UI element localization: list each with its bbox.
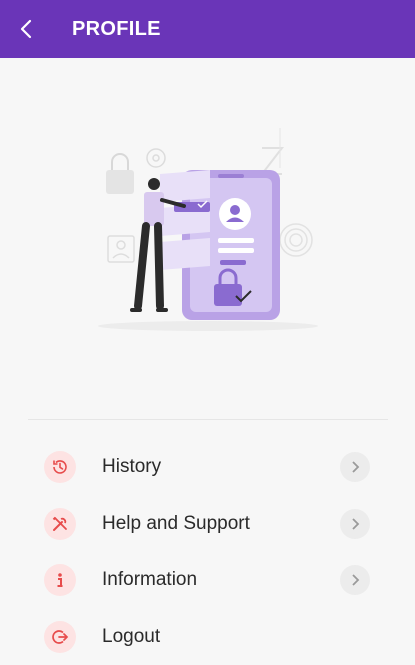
chevron-right-icon (340, 509, 370, 539)
info-icon (44, 564, 76, 596)
history-icon (44, 451, 76, 483)
secure-login-illustration (90, 118, 330, 338)
menu-item-help-and-support[interactable]: Help and Support (0, 496, 415, 553)
menu-item-label: Logout (102, 626, 160, 648)
chevron-right-icon (340, 565, 370, 595)
menu-item-label: History (102, 456, 161, 478)
chevron-left-icon (19, 19, 33, 39)
background-user-icon (108, 236, 134, 262)
menu-item-information[interactable]: Information (0, 552, 415, 609)
page-title: PROFILE (72, 18, 161, 41)
app-bar: PROFILE (0, 0, 415, 58)
menu-item-label: Information (102, 569, 197, 591)
profile-menu: History Help and Support Information (0, 439, 415, 665)
chevron-right-icon (340, 452, 370, 482)
back-button[interactable] (0, 0, 52, 58)
menu-item-logout[interactable]: Logout (0, 609, 415, 665)
menu-item-history[interactable]: History (0, 439, 415, 496)
background-lock-icon (106, 154, 134, 194)
menu-item-label: Help and Support (102, 513, 250, 535)
divider (28, 419, 388, 420)
background-gear-icon (147, 149, 165, 167)
tools-icon (44, 508, 76, 540)
background-fingerprint-icon (280, 224, 312, 256)
